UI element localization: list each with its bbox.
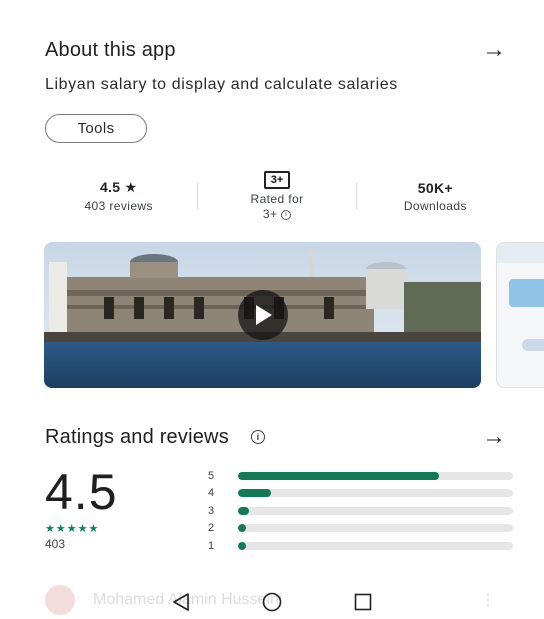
about-header[interactable]: About this app →: [45, 38, 506, 62]
about-title: About this app: [45, 38, 176, 61]
rating-bar-row: 5: [208, 467, 513, 485]
content-rating-badge: 3+: [263, 171, 290, 189]
rating-bar-track: [238, 506, 513, 515]
rating-bar-label: 5: [208, 469, 215, 482]
content-rating-label: Rated for: [250, 192, 304, 206]
system-nav-bar: [0, 588, 544, 616]
rating-bar-track: [238, 489, 513, 498]
stats-row: 4.5 ★ 403 reviews 3+ Rated for 3+ i 50K+…: [40, 170, 514, 222]
content-rating-sub: 3+ i: [262, 207, 292, 221]
play-button[interactable]: [237, 290, 288, 340]
total-ratings-count: 403: [45, 537, 66, 551]
screenshot-carousel[interactable]: [44, 242, 544, 388]
nav-recents-icon: [354, 593, 372, 611]
arrow-right-icon[interactable]: →: [482, 38, 506, 62]
rating-bar-label: 3: [208, 504, 215, 517]
play-icon: [255, 305, 272, 325]
rating-bar-fill: [238, 489, 271, 498]
rating-stat: 4.5 ★ 403 reviews: [40, 179, 197, 213]
ratings-header[interactable]: Ratings and reviews i →: [45, 425, 506, 449]
nav-back-icon: [173, 593, 189, 611]
rating-distribution: 5 4 3 2 1: [208, 467, 513, 555]
content-rating-stat[interactable]: 3+ Rated for 3+ i: [198, 171, 355, 221]
star-icon: ★: [124, 179, 138, 195]
app-screenshot-preview: [497, 243, 544, 351]
rating-bar-fill: [238, 471, 439, 480]
nav-home-icon: [262, 592, 282, 612]
rating-value: 4.5: [99, 179, 121, 195]
rating-bar-row: 4: [208, 485, 513, 503]
rating-stat-value: 4.5 ★: [100, 179, 137, 196]
rating-bar-row: 3: [208, 502, 513, 520]
rating-bar-track: [238, 471, 513, 480]
rating-bar-fill: [238, 541, 247, 550]
info-icon[interactable]: i: [250, 430, 265, 444]
rating-bar-fill: [238, 506, 249, 515]
rating-bar-track: [238, 541, 513, 550]
video-trailer-thumbnail[interactable]: [44, 242, 481, 388]
app-screenshot-2[interactable]: [496, 242, 544, 388]
ratings-title-group: Ratings and reviews i: [45, 426, 265, 449]
content-rating-sub-text: 3+: [262, 207, 278, 221]
downloads-stat: 50K+ Downloads: [357, 180, 514, 213]
rating-bar-row: 2: [208, 520, 513, 538]
arrow-right-icon[interactable]: →: [482, 425, 506, 449]
rating-bar-row: 1: [208, 537, 513, 555]
star-rating-icons: ★★★★★: [45, 523, 100, 535]
category-chip[interactable]: Tools: [45, 114, 147, 143]
ratings-title: Ratings and reviews: [45, 425, 229, 448]
average-rating: 4.5: [45, 464, 118, 520]
rating-bar-fill: [238, 524, 247, 533]
nav-home-button[interactable]: [261, 591, 283, 613]
review-count-label: 403 reviews: [84, 199, 153, 213]
rating-bar-label: 1: [208, 539, 215, 552]
downloads-value: 50K+: [417, 179, 453, 196]
nav-back-button[interactable]: [171, 592, 191, 612]
downloads-label: Downloads: [403, 198, 467, 213]
app-description: Libyan salary to display and calculate s…: [45, 76, 398, 93]
rating-bar-track: [238, 524, 513, 533]
info-icon[interactable]: i: [281, 209, 292, 220]
rating-bar-label: 4: [208, 487, 215, 500]
nav-recents-button[interactable]: [353, 592, 373, 612]
rating-bar-label: 2: [208, 522, 215, 535]
